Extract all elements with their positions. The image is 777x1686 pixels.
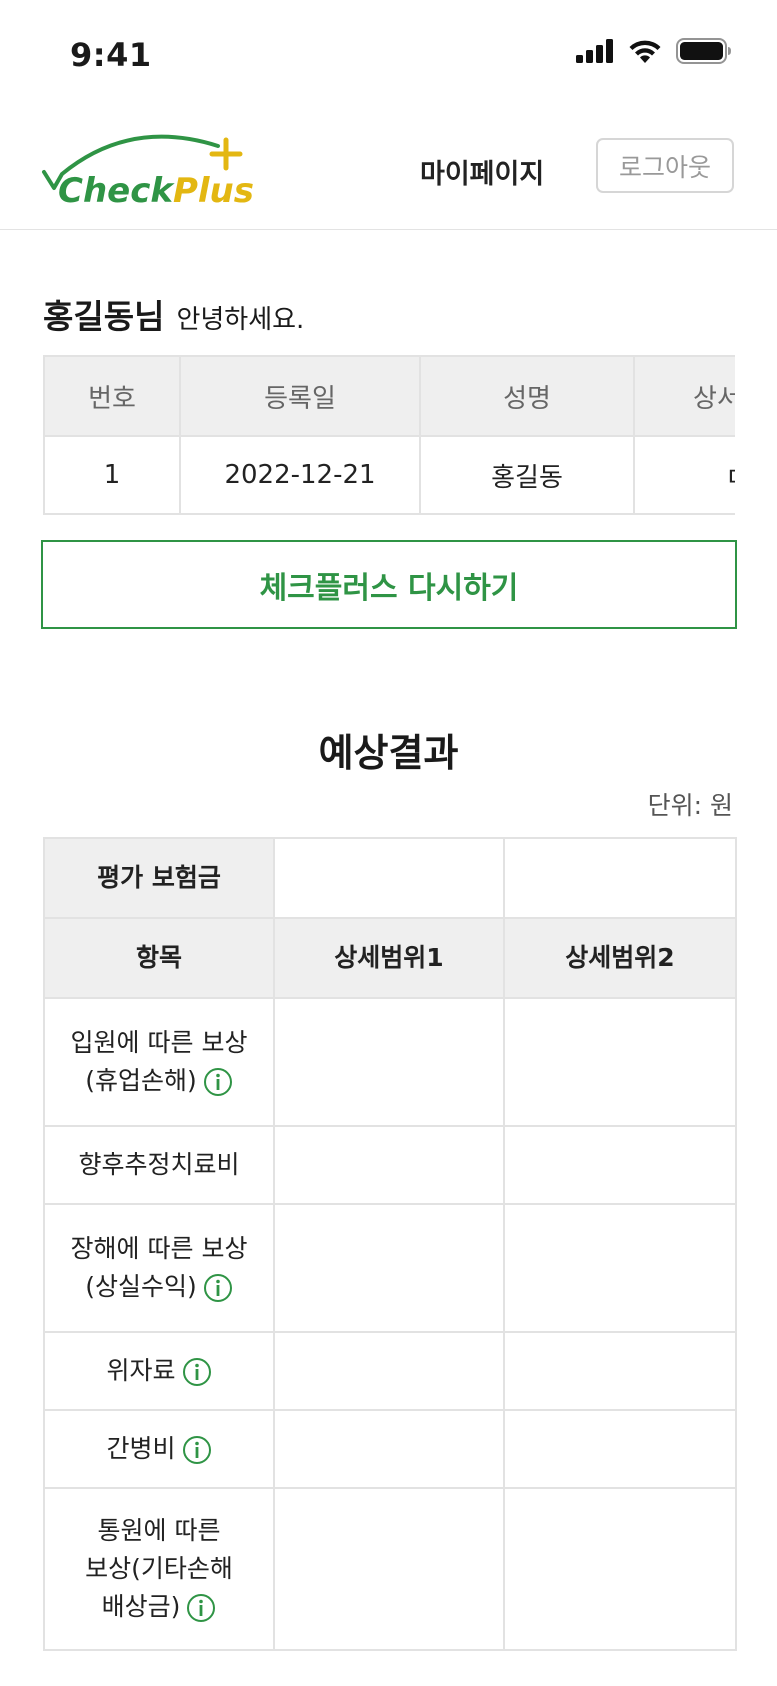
item-line-wrap: (상실수익): [45, 1268, 273, 1306]
battery-icon: [676, 38, 732, 68]
status-time: 9:41: [70, 36, 152, 74]
table-row[interactable]: 1 2022-12-21 홍길동 ㄷ: [43, 435, 735, 515]
col-date: 등록일: [179, 355, 421, 437]
mypage-link[interactable]: 마이페이지: [420, 152, 544, 191]
eval-value-2: [503, 837, 737, 919]
col-detail: 상서: [633, 355, 735, 437]
item-line: 장해에 따른 보상: [70, 1234, 248, 1263]
unit-label: 단위: 원: [647, 791, 733, 820]
user-name: 홍길동님: [43, 297, 165, 336]
item-line: 향후추정치료비: [78, 1150, 240, 1179]
item-line: 통원에 따른: [97, 1516, 221, 1545]
range2-value: [503, 997, 737, 1127]
info-icon[interactable]: [203, 1273, 233, 1303]
app-header: CheckPlus 마이페이지 로그아웃: [0, 118, 777, 230]
info-icon[interactable]: [182, 1357, 212, 1387]
status-bar: 9:41: [0, 0, 777, 110]
info-icon[interactable]: [186, 1593, 216, 1623]
col-name: 성명: [419, 355, 635, 437]
signal-icon: [576, 39, 614, 67]
range1-value: [273, 997, 505, 1127]
cell-date: 2022-12-21: [179, 435, 421, 515]
table-row: 간병비: [43, 1409, 737, 1489]
eval-row: 평가 보험금: [43, 837, 737, 919]
item-line: (상실수익): [85, 1272, 197, 1301]
result-header-row: 항목 상세범위1 상세범위2: [43, 917, 737, 999]
item-label: 통원에 따른 보상(기타손해 배상금): [43, 1487, 275, 1651]
result-title: 예상결과: [318, 731, 459, 775]
range1-value: [273, 1487, 505, 1651]
table-row: 입원에 따른 보상 (휴업손해): [43, 997, 737, 1127]
range2-value: [503, 1487, 737, 1651]
item-line: 입원에 따른 보상: [70, 1028, 248, 1057]
range2-value: [503, 1203, 737, 1333]
range1-value: [273, 1409, 505, 1489]
range2-header: 상세범위2: [503, 917, 737, 999]
result-table: 평가 보험금 항목 상세범위1 상세범위2 입원에 따른 보상 (휴업손해) 향…: [43, 837, 737, 1651]
info-icon[interactable]: [203, 1067, 233, 1097]
cell-name: 홍길동: [419, 435, 635, 515]
item-line: 위자료: [106, 1356, 176, 1385]
cell-detail: ㄷ: [633, 435, 735, 515]
item-label: 향후추정치료비: [43, 1125, 275, 1205]
range1-header: 상세범위1: [273, 917, 505, 999]
checkplus-logo[interactable]: CheckPlus: [40, 124, 270, 224]
col-no: 번호: [43, 355, 181, 437]
svg-text:CheckPlus: CheckPlus: [58, 171, 254, 211]
wifi-icon: [628, 39, 662, 68]
range1-value: [273, 1125, 505, 1205]
table-row: 향후추정치료비: [43, 1125, 737, 1205]
greeting-text: 안녕하세요.: [176, 305, 305, 335]
range2-value: [503, 1125, 737, 1205]
item-header: 항목: [43, 917, 275, 999]
table-row: 장해에 따른 보상 (상실수익): [43, 1203, 737, 1333]
history-table-header: 번호 등록일 성명 상서: [43, 355, 735, 437]
table-row: 통원에 따른 보상(기타손해 배상금): [43, 1487, 737, 1651]
eval-value-1: [273, 837, 505, 919]
info-icon[interactable]: [182, 1435, 212, 1465]
logout-button[interactable]: 로그아웃: [596, 138, 734, 193]
item-label: 위자료: [43, 1331, 275, 1411]
range1-value: [273, 1203, 505, 1333]
item-line: (휴업손해): [85, 1066, 197, 1095]
item-line-wrap: (휴업손해): [45, 1062, 273, 1100]
item-line: 간병비: [106, 1434, 176, 1463]
cell-no: 1: [43, 435, 181, 515]
eval-label: 평가 보험금: [43, 837, 275, 919]
range1-value: [273, 1331, 505, 1411]
range2-value: [503, 1331, 737, 1411]
retry-checkplus-button[interactable]: 체크플러스 다시하기: [41, 540, 737, 629]
table-row: 위자료: [43, 1331, 737, 1411]
range2-value: [503, 1409, 737, 1489]
history-table: 번호 등록일 성명 상서 1 2022-12-21 홍길동 ㄷ: [43, 355, 735, 515]
item-label: 입원에 따른 보상 (휴업손해): [43, 997, 275, 1127]
item-line: 배상금): [101, 1592, 181, 1621]
history-table-scroll[interactable]: 번호 등록일 성명 상서 1 2022-12-21 홍길동 ㄷ: [43, 355, 735, 515]
item-line: 보상(기타손해: [85, 1554, 233, 1583]
item-line-wrap: 배상금): [45, 1588, 273, 1626]
status-icons: [576, 38, 732, 68]
item-label: 장해에 따른 보상 (상실수익): [43, 1203, 275, 1333]
item-label: 간병비: [43, 1409, 275, 1489]
greeting: 홍길동님 안녕하세요.: [43, 290, 304, 338]
